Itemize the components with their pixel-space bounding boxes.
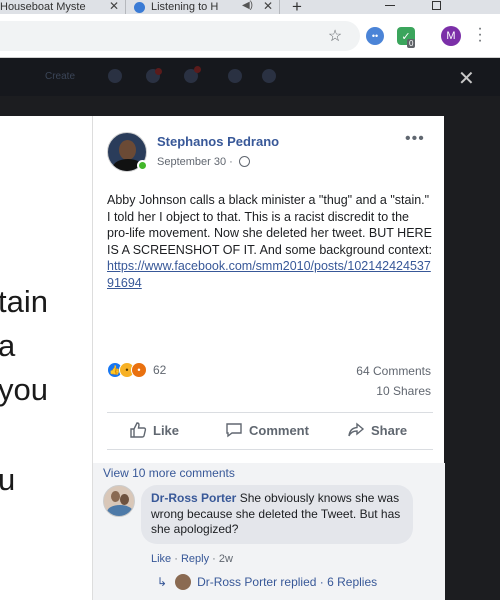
post-panel: Stephanos Pedrano September 30 · ••• Abb… (92, 116, 445, 600)
post-date[interactable]: September 30 · (157, 156, 233, 168)
account-menu-icon[interactable] (262, 69, 276, 83)
help-icon[interactable] (228, 69, 242, 83)
post-options-button[interactable]: ••• (405, 130, 425, 148)
speaker-icon[interactable]: ◀) (242, 0, 253, 11)
view-more-comments-link[interactable]: View 10 more comments (103, 466, 235, 480)
post-link[interactable]: https://www.facebook.com/smm2010/posts/1… (107, 259, 431, 290)
comment-count[interactable]: 64 Comments (356, 364, 431, 378)
tab-title: Houseboat Myste (0, 1, 86, 13)
avatar-face (119, 140, 136, 160)
thumbs-up-icon (130, 422, 147, 438)
replies-link[interactable]: ↳ Dr-Ross Porter replied · 6 Replies (157, 574, 377, 590)
reply-avatar (175, 574, 192, 590)
browser-menu-icon[interactable]: · · · (477, 21, 483, 49)
browser-toolbar: ☆ •• ✓ 0 M · · · (0, 14, 500, 58)
bookmark-star-icon[interactable]: ☆ (326, 27, 344, 45)
notification-dot-icon (194, 66, 201, 73)
extension-badge: 0 (407, 39, 416, 48)
comment-label: Comment (249, 422, 309, 438)
close-viewer-icon[interactable]: ✕ (458, 66, 475, 91)
photo-text-line: u (0, 462, 16, 497)
friends-icon[interactable] (108, 69, 122, 83)
post-text: Abby Johnson calls a black minister a "t… (107, 193, 432, 257)
tab-listening[interactable]: Listening to H ◀) ✕ (125, 0, 280, 14)
speech-bubble-icon (226, 423, 242, 438)
post-body: Abby Johnson calls a black minister a "t… (107, 192, 433, 291)
address-bar[interactable] (0, 21, 360, 51)
tab-favicon-icon (134, 1, 145, 13)
minimize-icon[interactable] (385, 5, 395, 6)
viewer-backdrop (444, 96, 500, 600)
separator: · (209, 553, 219, 565)
like-button[interactable]: Like (129, 421, 179, 439)
photo-text-line: you (0, 372, 48, 407)
create-link[interactable]: Create (45, 71, 75, 82)
tab-title: Listening to H (151, 1, 219, 13)
reply-arrow-icon: ↳ (157, 575, 168, 589)
browser-tab-bar: Houseboat Myste ✕ Listening to H ◀) ✕ + (0, 0, 500, 16)
comments-section: View 10 more comments Dr-Ross Porter She… (93, 463, 445, 600)
photo-text-line: tain (0, 284, 48, 319)
reply-summary: Dr-Ross Porter replied · 6 Replies (197, 575, 378, 589)
comment-reply-link[interactable]: Reply (181, 553, 209, 565)
avatar-shirt (107, 505, 133, 516)
comment-like-link[interactable]: Like (151, 553, 171, 565)
tab-houseboat-mystery[interactable]: Houseboat Myste ✕ (0, 0, 125, 14)
profile-avatar[interactable]: M (441, 26, 461, 46)
separator: · (171, 553, 181, 565)
notification-dot-icon (155, 68, 162, 75)
online-status-icon (137, 160, 148, 171)
reactions-summary[interactable]: 👍 • • 62 (107, 361, 166, 379)
share-count[interactable]: 10 Shares (376, 384, 431, 398)
comment-author[interactable]: Dr-Ross Porter (151, 491, 236, 505)
comment-actions: Like · Reply · 2w (151, 553, 233, 565)
like-label: Like (153, 422, 180, 438)
comment-bubble: Dr-Ross Porter She obviously knows she w… (141, 485, 413, 544)
close-tab-icon[interactable]: ✕ (109, 0, 119, 13)
globe-icon (239, 156, 250, 167)
angry-reaction-icon: • (131, 362, 147, 378)
photo-area[interactable]: tain a you u (0, 116, 92, 600)
share-button[interactable]: Share (347, 421, 407, 439)
share-arrow-icon (348, 422, 365, 437)
facebook-top-bar: Create (0, 58, 500, 96)
avatar-face (120, 494, 129, 505)
comment-age[interactable]: 2w (219, 553, 233, 565)
post-actions: Like Comment Share (107, 412, 433, 450)
share-label: Share (371, 422, 408, 438)
extension-blue-icon[interactable]: •• (366, 27, 384, 45)
post-card: Stephanos Pedrano September 30 · ••• Abb… (93, 116, 445, 463)
close-tab-icon[interactable]: ✕ (263, 0, 273, 13)
reaction-count[interactable]: 62 (153, 363, 166, 377)
avatar-face (111, 491, 120, 502)
post-author-name[interactable]: Stephanos Pedrano (157, 134, 279, 149)
maximize-icon[interactable] (432, 1, 441, 10)
comment-button[interactable]: Comment (225, 421, 309, 439)
commenter-avatar[interactable] (103, 485, 135, 517)
photo-text-line: a (0, 328, 16, 363)
